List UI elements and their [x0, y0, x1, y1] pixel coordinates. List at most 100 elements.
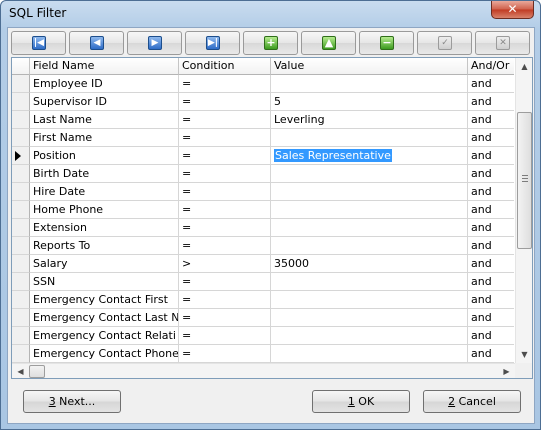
- table-row[interactable]: Salary >35000 and: [12, 255, 514, 273]
- condition-cell[interactable]: =: [179, 237, 271, 255]
- and-or-cell[interactable]: and: [468, 309, 514, 327]
- header-field-name[interactable]: Field Name: [30, 58, 179, 75]
- and-or-cell[interactable]: and: [468, 273, 514, 291]
- row-indicator[interactable]: [12, 147, 30, 165]
- value-cell[interactable]: Sales Representative: [271, 147, 468, 165]
- table-row[interactable]: Emergency Contact Relati = and: [12, 327, 514, 345]
- field-name-cell[interactable]: Supervisor ID: [30, 93, 179, 111]
- table-row[interactable]: First Name = and: [12, 129, 514, 147]
- prior-record-button[interactable]: ◀: [69, 31, 124, 55]
- insert-record-button[interactable]: +: [243, 31, 298, 55]
- field-name-cell[interactable]: First Name: [30, 129, 179, 147]
- table-row[interactable]: Emergency Contact Last N = and: [12, 309, 514, 327]
- row-indicator[interactable]: [12, 255, 30, 273]
- next-record-button[interactable]: ▶: [127, 31, 182, 55]
- table-row[interactable]: Birth Date = and: [12, 165, 514, 183]
- field-name-cell[interactable]: Reports To: [30, 237, 179, 255]
- scroll-up-icon[interactable]: ▲: [516, 58, 532, 75]
- header-value[interactable]: Value: [271, 58, 468, 75]
- horizontal-scroll-thumb[interactable]: [29, 365, 45, 378]
- table-row[interactable]: Emergency Contact Phone = and: [12, 345, 514, 363]
- table-row[interactable]: Home Phone = and: [12, 201, 514, 219]
- value-cell[interactable]: [271, 309, 468, 327]
- field-name-cell[interactable]: Emergency Contact First: [30, 291, 179, 309]
- and-or-cell[interactable]: and: [468, 147, 514, 165]
- and-or-cell[interactable]: and: [468, 75, 514, 93]
- row-indicator[interactable]: [12, 75, 30, 93]
- table-row[interactable]: Hire Date = and: [12, 183, 514, 201]
- row-indicator[interactable]: [12, 219, 30, 237]
- vertical-scroll-thumb[interactable]: [517, 112, 532, 249]
- value-cell[interactable]: 35000: [271, 255, 468, 273]
- field-name-cell[interactable]: Employee ID: [30, 75, 179, 93]
- field-name-cell[interactable]: Last Name: [30, 111, 179, 129]
- and-or-cell[interactable]: and: [468, 93, 514, 111]
- and-or-cell[interactable]: and: [468, 201, 514, 219]
- title-bar[interactable]: SQL Filter ✕: [1, 1, 540, 27]
- condition-cell[interactable]: =: [179, 165, 271, 183]
- delete-record-button[interactable]: −: [359, 31, 414, 55]
- value-cell[interactable]: [271, 273, 468, 291]
- field-name-cell[interactable]: Home Phone: [30, 201, 179, 219]
- and-or-cell[interactable]: and: [468, 345, 514, 363]
- condition-cell[interactable]: =: [179, 129, 271, 147]
- header-and-or[interactable]: And/Or: [468, 58, 514, 75]
- horizontal-scrollbar[interactable]: ◀ ▶: [12, 363, 515, 378]
- condition-cell[interactable]: =: [179, 327, 271, 345]
- condition-cell[interactable]: =: [179, 309, 271, 327]
- condition-cell[interactable]: =: [179, 75, 271, 93]
- row-indicator[interactable]: [12, 327, 30, 345]
- value-cell[interactable]: [271, 165, 468, 183]
- condition-cell[interactable]: =: [179, 93, 271, 111]
- field-name-cell[interactable]: Salary: [30, 255, 179, 273]
- header-condition[interactable]: Condition: [179, 58, 271, 75]
- field-name-cell[interactable]: Emergency Contact Last N: [30, 309, 179, 327]
- row-indicator[interactable]: [12, 201, 30, 219]
- table-row[interactable]: Reports To = and: [12, 237, 514, 255]
- condition-cell[interactable]: =: [179, 147, 271, 165]
- table-row[interactable]: Position = Sales Representative and: [12, 147, 514, 165]
- row-indicator[interactable]: [12, 93, 30, 111]
- condition-cell[interactable]: >: [179, 255, 271, 273]
- scroll-left-icon[interactable]: ◀: [12, 363, 29, 378]
- row-indicator[interactable]: [12, 237, 30, 255]
- close-button[interactable]: ✕: [491, 1, 534, 19]
- row-indicator[interactable]: [12, 309, 30, 327]
- row-indicator[interactable]: [12, 183, 30, 201]
- last-record-button[interactable]: ▶|: [185, 31, 240, 55]
- and-or-cell[interactable]: and: [468, 237, 514, 255]
- value-cell[interactable]: [271, 183, 468, 201]
- and-or-cell[interactable]: and: [468, 111, 514, 129]
- condition-cell[interactable]: =: [179, 273, 271, 291]
- field-name-cell[interactable]: Emergency Contact Relati: [30, 327, 179, 345]
- and-or-cell[interactable]: and: [468, 327, 514, 345]
- field-name-cell[interactable]: Position: [30, 147, 179, 165]
- value-cell[interactable]: Leverling: [271, 111, 468, 129]
- field-name-cell[interactable]: Extension: [30, 219, 179, 237]
- scroll-down-icon[interactable]: ▼: [516, 346, 532, 363]
- next-button[interactable]: 3 Next...: [23, 390, 121, 413]
- table-row[interactable]: Last Name = Leverling and: [12, 111, 514, 129]
- field-name-cell[interactable]: Hire Date: [30, 183, 179, 201]
- first-record-button[interactable]: |◀: [11, 31, 66, 55]
- and-or-cell[interactable]: and: [468, 255, 514, 273]
- row-indicator[interactable]: [12, 129, 30, 147]
- and-or-cell[interactable]: and: [468, 183, 514, 201]
- value-cell[interactable]: 5: [271, 93, 468, 111]
- field-name-cell[interactable]: Emergency Contact Phone: [30, 345, 179, 363]
- row-indicator[interactable]: [12, 345, 30, 363]
- condition-cell[interactable]: =: [179, 291, 271, 309]
- table-row[interactable]: Supervisor ID = 5 and: [12, 93, 514, 111]
- field-name-cell[interactable]: Birth Date: [30, 165, 179, 183]
- value-cell[interactable]: [271, 291, 468, 309]
- cancel-button[interactable]: 2 Cancel: [423, 390, 521, 413]
- value-cell[interactable]: [271, 201, 468, 219]
- and-or-cell[interactable]: and: [468, 129, 514, 147]
- and-or-cell[interactable]: and: [468, 165, 514, 183]
- table-row[interactable]: Emergency Contact First = and: [12, 291, 514, 309]
- edit-record-button[interactable]: ▲: [301, 31, 356, 55]
- table-row[interactable]: SSN = and: [12, 273, 514, 291]
- value-cell[interactable]: [271, 237, 468, 255]
- condition-cell[interactable]: =: [179, 219, 271, 237]
- row-indicator[interactable]: [12, 291, 30, 309]
